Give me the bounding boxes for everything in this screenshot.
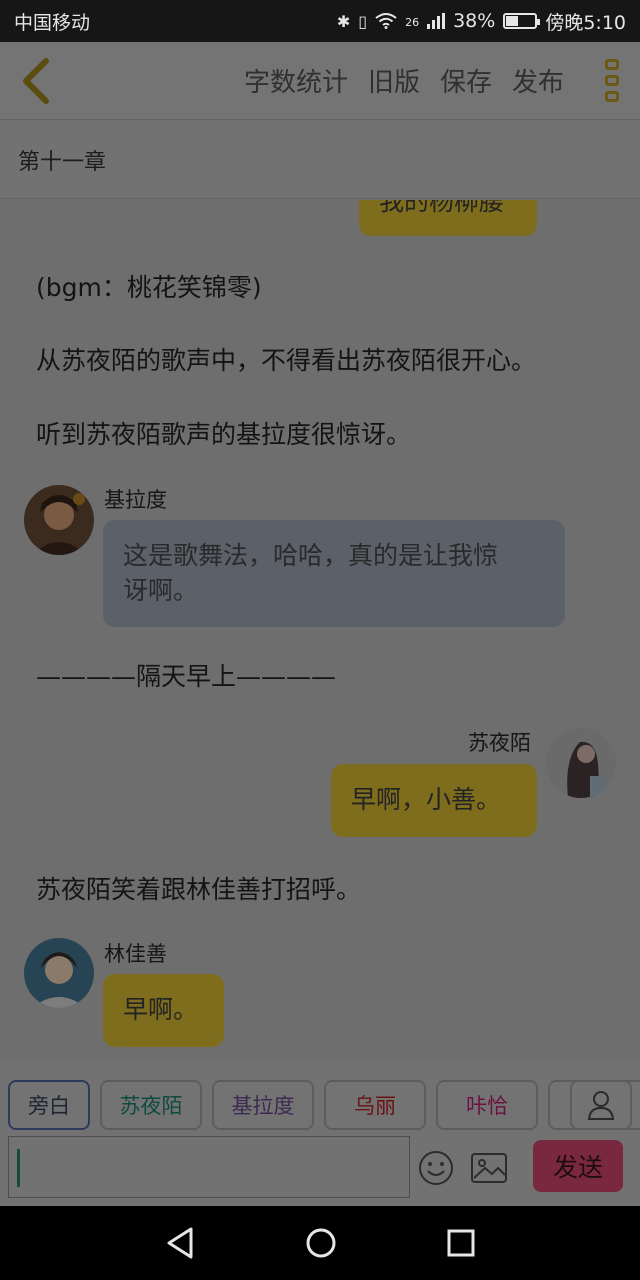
back-button[interactable] [0, 42, 70, 120]
chevron-left-icon [23, 57, 49, 104]
status-bar: 中国移动 ✱ ▯ 26 38% 傍晚5:10 [0, 0, 640, 42]
status-indicators: ✱ ▯ 26 38% 傍晚5:10 [337, 8, 626, 35]
character-chip-label: 旁白 [28, 1094, 70, 1118]
character-chip-label: 咔恰 [466, 1094, 508, 1118]
chat-story-content[interactable]: 我的杨柳腰 (bgm：桃花笑锦零) 从苏夜陌的歌声中，不得看出苏夜陌很开心。 听… [0, 200, 640, 1060]
editor-toolbar: 字数统计 旧版 保存 发布 [0, 42, 640, 120]
more-dot-icon [605, 91, 619, 102]
battery-percent: 38% [453, 10, 496, 32]
character-chip[interactable]: 咔恰 [436, 1080, 538, 1130]
character-chip-label: 基拉度 [231, 1094, 295, 1118]
avatar-image [546, 728, 616, 798]
narration-text[interactable]: 从苏夜陌的歌声中，不得看出苏夜陌很开心。 [36, 341, 536, 377]
more-dot-icon [605, 59, 619, 70]
message-line: 讶啊。 [123, 576, 199, 605]
message-input[interactable] [8, 1136, 410, 1198]
avatar-jiladu[interactable] [24, 485, 94, 555]
speaker-name: 林佳善 [104, 942, 167, 966]
network-type: 26 [405, 15, 420, 29]
message-text: 早啊。 [123, 995, 199, 1024]
more-dot-icon [605, 75, 619, 86]
system-navigation-bar [0, 1206, 640, 1280]
message-line: 这是歌舞法，哈哈，真的是让我惊 [123, 541, 499, 570]
vibrate-icon: ▯ [358, 11, 368, 31]
avatar-suyemo[interactable] [546, 728, 616, 798]
signal-icon [427, 13, 446, 29]
composer-panel: 旁白苏夜陌基拉度乌丽咔恰里斯 发送 [0, 1060, 640, 1206]
message-bubble-linjiashan[interactable]: 早啊。 [103, 974, 224, 1047]
message-bubble-suyemo[interactable]: 早啊，小善。 [331, 764, 537, 837]
speaker-name: 基拉度 [104, 488, 167, 512]
character-chip-label: 乌丽 [354, 1094, 396, 1118]
scene-divider[interactable]: ————隔天早上———— [36, 657, 336, 693]
character-chip[interactable]: 乌丽 [324, 1080, 426, 1130]
home-circle-icon[interactable] [305, 1227, 337, 1259]
message-text: 我的杨柳腰 [379, 200, 505, 216]
back-triangle-icon[interactable] [165, 1227, 195, 1259]
user-icon [587, 1091, 615, 1120]
message-bubble-jiladu[interactable]: 这是歌舞法，哈哈，真的是让我惊 讶啊。 [103, 520, 565, 627]
text-cursor [17, 1149, 20, 1187]
character-chip[interactable]: 旁白 [8, 1080, 90, 1130]
partial-message-bubble[interactable]: 我的杨柳腰 [359, 200, 537, 236]
avatar-image [24, 938, 94, 1008]
chapter-title: 第十一章 [18, 149, 107, 175]
chapter-title-bar[interactable]: 第十一章 [0, 121, 640, 199]
wifi-icon [375, 13, 397, 29]
save-button[interactable]: 保存 [440, 62, 492, 99]
more-menu-button[interactable] [584, 42, 640, 120]
avatar-linjiashan[interactable] [24, 938, 94, 1008]
battery-icon [503, 13, 541, 29]
narration-text[interactable]: (bgm：桃花笑锦零) [36, 268, 262, 304]
clock: 傍晚5:10 [545, 11, 626, 34]
word-count-button[interactable]: 字数统计 [244, 62, 348, 99]
narration-text[interactable]: 苏夜陌笑着跟林佳善打招呼。 [36, 870, 361, 906]
emoji-icon[interactable] [418, 1150, 454, 1186]
character-chip[interactable]: 基拉度 [212, 1080, 314, 1130]
character-chip-label: 苏夜陌 [119, 1094, 183, 1118]
recents-square-icon[interactable] [447, 1229, 475, 1257]
manage-characters-button[interactable] [570, 1080, 632, 1130]
publish-button[interactable]: 发布 [512, 62, 564, 99]
battery-level-fill [506, 16, 518, 26]
message-text: 早啊，小善。 [351, 785, 502, 814]
character-chip[interactable]: 苏夜陌 [100, 1080, 202, 1130]
old-version-button[interactable]: 旧版 [368, 62, 420, 99]
bluetooth-icon: ✱ [336, 11, 351, 31]
character-selector: 旁白苏夜陌基拉度乌丽咔恰里斯 [8, 1080, 640, 1132]
carrier-name: 中国移动 [14, 11, 91, 34]
toolbar-actions: 字数统计 旧版 保存 发布 [70, 62, 584, 99]
send-button[interactable]: 发送 [533, 1140, 623, 1192]
image-icon[interactable] [470, 1150, 508, 1186]
narration-text[interactable]: 听到苏夜陌歌声的基拉度很惊讶。 [36, 415, 411, 451]
avatar-image [24, 485, 94, 555]
speaker-name: 苏夜陌 [468, 731, 531, 755]
